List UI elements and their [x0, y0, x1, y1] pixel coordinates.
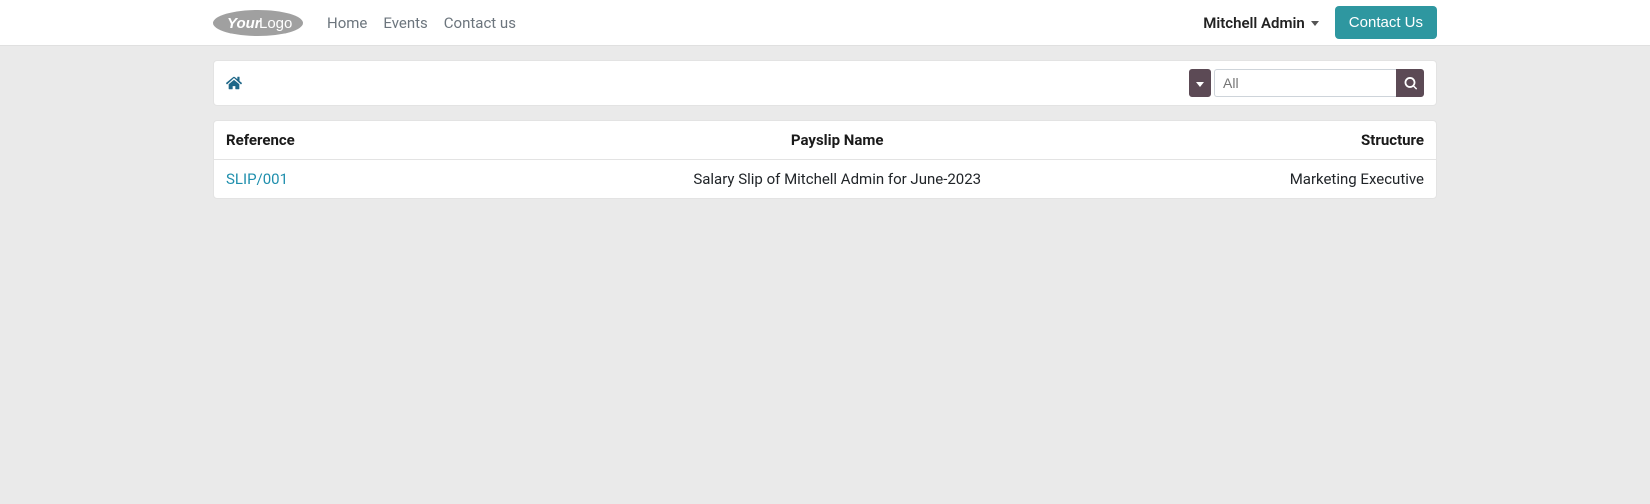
col-header-reference: Reference [214, 121, 568, 160]
svg-text:Logo: Logo [259, 15, 292, 32]
home-icon[interactable] [226, 75, 242, 91]
payslip-table-card: Reference Payslip Name Structure SLIP/00… [213, 120, 1437, 199]
reference-link[interactable]: SLIP/001 [226, 170, 288, 188]
navbar: Your Logo Home Events Contact us Mitchel… [0, 0, 1650, 46]
search-filter-group [1189, 69, 1424, 97]
search-icon [1404, 77, 1417, 90]
contact-us-button[interactable]: Contact Us [1335, 6, 1437, 39]
search-input[interactable] [1214, 69, 1396, 97]
nav-home[interactable]: Home [327, 14, 367, 32]
svg-text:Your: Your [227, 15, 262, 32]
payslip-name-cell: Salary Slip of Mitchell Admin for June-2… [568, 160, 1106, 199]
caret-down-icon [1311, 21, 1319, 26]
payslip-table: Reference Payslip Name Structure SLIP/00… [214, 121, 1436, 198]
user-name: Mitchell Admin [1203, 14, 1305, 32]
table-row: SLIP/001 Salary Slip of Mitchell Admin f… [214, 160, 1436, 199]
nav-contact-us[interactable]: Contact us [444, 14, 516, 32]
caret-down-icon [1196, 82, 1204, 87]
col-header-payslip-name: Payslip Name [568, 121, 1106, 160]
nav-events[interactable]: Events [383, 14, 427, 32]
logo[interactable]: Your Logo [213, 8, 303, 38]
user-menu[interactable]: Mitchell Admin [1203, 14, 1319, 32]
col-header-structure: Structure [1106, 121, 1436, 160]
search-button[interactable] [1396, 69, 1424, 97]
structure-cell: Marketing Executive [1106, 160, 1436, 199]
toolbar-card [213, 60, 1437, 106]
filter-dropdown[interactable] [1189, 69, 1211, 97]
